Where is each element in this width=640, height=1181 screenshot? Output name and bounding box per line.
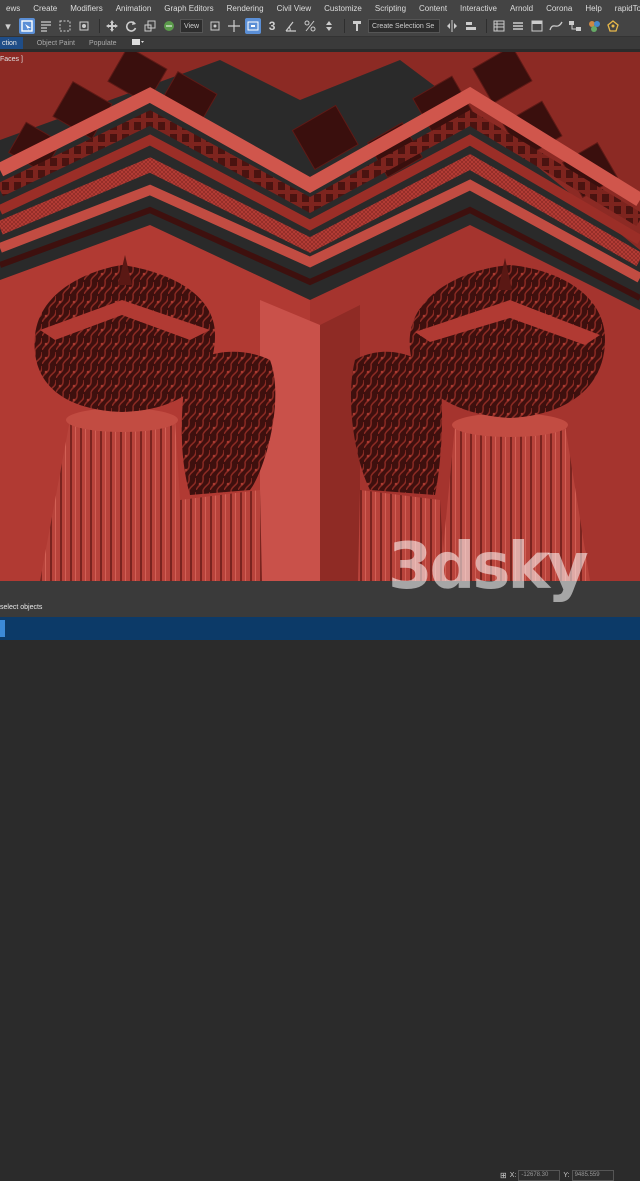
move-icon[interactable] (104, 18, 120, 34)
tab-object-paint[interactable]: Object Paint (37, 40, 89, 47)
toolbar-divider (486, 19, 488, 33)
viewport-label[interactable]: Faces ] (0, 56, 23, 63)
render-setup-icon[interactable] (605, 18, 621, 34)
menu-civil-view[interactable]: Civil View (271, 4, 319, 13)
scale-icon[interactable] (142, 18, 158, 34)
select-object-icon[interactable] (19, 18, 35, 34)
angle-snap-icon[interactable] (283, 18, 299, 34)
menu-rendering[interactable]: Rendering (221, 4, 271, 13)
menu-help[interactable]: Help (579, 4, 608, 13)
main-toolbar: ▾ View 3 Create Selection Se (0, 16, 640, 37)
percent-snap-icon[interactable] (302, 18, 318, 34)
layer-explorer-icon[interactable] (510, 18, 526, 34)
tab-selection[interactable]: ction (0, 37, 23, 49)
ribbon-bar: ction Object Paint Populate (0, 37, 640, 49)
named-selection-set-dropdown[interactable]: Create Selection Se (368, 19, 441, 33)
material-editor-icon[interactable] (586, 18, 602, 34)
schematic-view-icon[interactable] (567, 18, 583, 34)
rectangular-region-icon[interactable] (57, 18, 73, 34)
coordinate-display: ⊞ X: -12678.30 Y: 9485.559 (500, 1170, 614, 1181)
perspective-viewport[interactable] (0, 52, 640, 581)
ribbon-options-icon[interactable] (131, 37, 159, 49)
watermark-text: 3dsky (388, 530, 589, 604)
select-manipulate-icon[interactable] (226, 18, 242, 34)
place-icon[interactable] (161, 18, 177, 34)
toolbar-divider (344, 19, 346, 33)
scene-explorer-icon[interactable] (491, 18, 507, 34)
tab-populate[interactable]: Populate (89, 40, 131, 47)
viewport-label-text: Faces ] (0, 56, 23, 63)
x-coordinate-field[interactable]: -12678.30 (518, 1170, 561, 1181)
taskbar-start-icon[interactable] (0, 620, 5, 637)
toolbar-divider (99, 19, 100, 33)
keyboard-shortcut-override-icon[interactable] (245, 18, 262, 34)
reference-coordinate-dropdown[interactable]: View (180, 19, 204, 33)
y-axis-icon: Y: (563, 1172, 570, 1179)
menu-views[interactable]: ews (0, 4, 27, 13)
menu-bar: ews Create Modifiers Animation Graph Edi… (0, 0, 640, 16)
menu-customize[interactable]: Customize (318, 4, 369, 13)
menu-corona[interactable]: Corona (540, 4, 579, 13)
menu-scripting[interactable]: Scripting (369, 4, 413, 13)
y-coordinate-field[interactable]: 9485.559 (571, 1170, 614, 1181)
menu-arnold[interactable]: Arnold (504, 4, 540, 13)
mirror-icon[interactable] (444, 18, 460, 34)
dropdown-arrow-icon[interactable]: ▾ (0, 18, 16, 34)
align-icon[interactable] (463, 18, 479, 34)
pivot-center-icon[interactable] (207, 18, 223, 34)
toggle-ribbon-icon[interactable] (529, 18, 545, 34)
edit-named-selection-icon[interactable] (349, 18, 365, 34)
menu-create[interactable]: Create (27, 4, 64, 13)
menu-graph-editors[interactable]: Graph Editors (158, 4, 220, 13)
menu-rapidtools[interactable]: rapidTools (609, 4, 640, 13)
x-axis-icon: X: (509, 1172, 517, 1179)
menu-interactive[interactable]: Interactive (454, 4, 504, 13)
watermark-logo: 3dsky (388, 530, 589, 604)
snaps-toggle-icon[interactable]: 3 (264, 18, 280, 34)
spinner-snap-icon[interactable] (321, 18, 337, 34)
menu-modifiers[interactable]: Modifiers (64, 4, 109, 13)
select-by-name-icon[interactable] (38, 18, 54, 34)
curve-editor-icon[interactable] (548, 18, 564, 34)
window-crossing-icon[interactable] (76, 18, 92, 34)
lock-icon[interactable]: ⊞ (500, 1171, 507, 1180)
status-prompt: select objects (0, 604, 43, 611)
rotate-icon[interactable] (123, 18, 139, 34)
menu-animation[interactable]: Animation (110, 4, 159, 13)
architectural-model (0, 52, 640, 581)
menu-content[interactable]: Content (413, 4, 454, 13)
windows-taskbar (0, 617, 640, 640)
